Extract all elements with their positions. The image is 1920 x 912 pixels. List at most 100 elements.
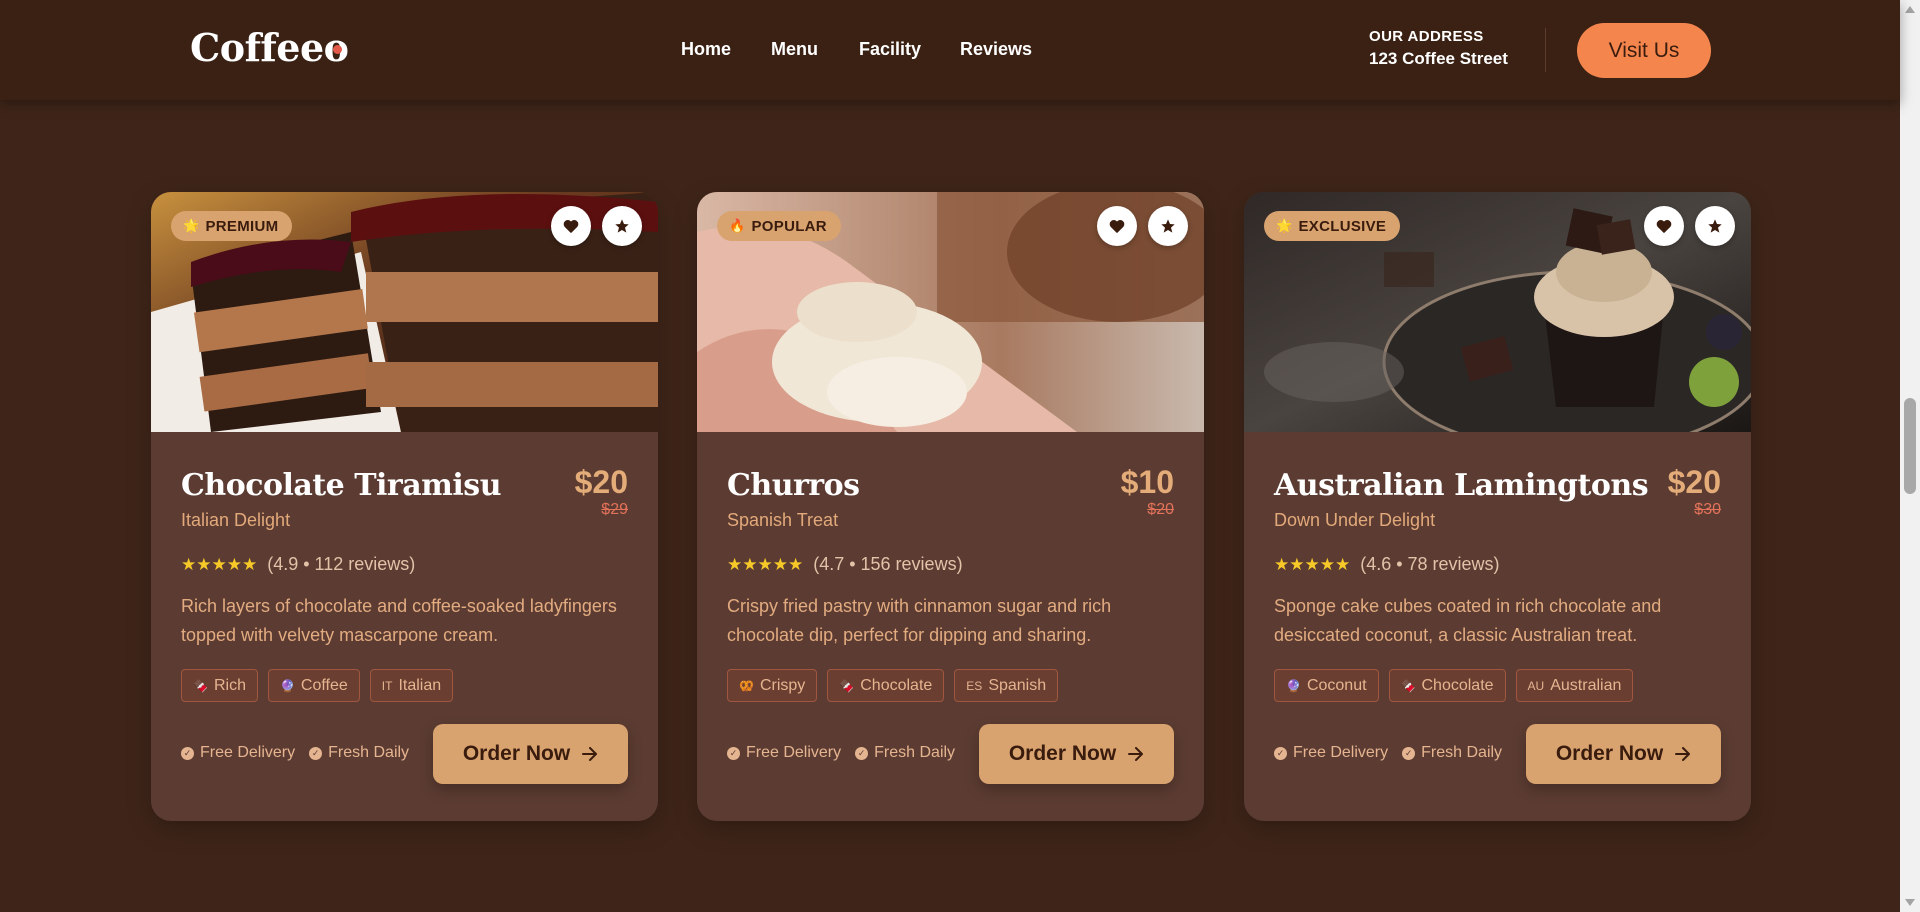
page-scrollbar[interactable] [1900,0,1920,912]
tag-chocolate: 🍫 Chocolate [1388,669,1506,702]
rate-button[interactable] [602,206,642,246]
tag-label: Chocolate [1421,676,1494,694]
tag-label: Italian [398,676,442,694]
scroll-down-arrow-icon[interactable] [1905,899,1915,906]
tag-italian: IT Italian [369,669,454,702]
check-icon: ✓ [1274,746,1287,760]
product-subtitle: Spanish Treat [727,510,839,530]
product-price: $20 [574,464,628,500]
rate-button[interactable] [1148,206,1188,246]
tag-label: Australian [1550,676,1622,694]
tag-label: Crispy [759,676,806,694]
coconut-icon: 🔮 [1286,678,1301,693]
badge-label: PREMIUM [205,217,279,235]
product-description: Rich layers of chocolate and coffee-soak… [181,596,617,645]
nav-menu[interactable]: Menu [771,39,818,60]
product-tags: 🍫 Rich 🔮 Coffee IT Italian [181,669,454,702]
site-header: Coffeeo Home Menu Facility Reviews OUR A… [0,0,1900,100]
tag-label: Chocolate [860,676,933,694]
flag-it-icon: IT [381,678,393,693]
rating-text: (4.9 • 112 reviews) [267,554,416,574]
order-label: Order Now [1555,742,1664,765]
nav-home[interactable]: Home [681,39,731,60]
tag-chocolate: 🍫 Chocolate [827,669,945,702]
fire-icon: 🔥 [729,218,746,233]
product-price: $20 [1667,464,1721,500]
product-subtitle: Italian Delight [181,510,291,530]
feature-free-delivery: ✓ Free Delivery [727,744,841,762]
feature-label: Fresh Daily [874,744,956,761]
order-label: Order Now [462,742,571,765]
flag-au-icon: AU [1527,678,1545,693]
rating-text: (4.7 • 156 reviews) [813,554,963,574]
feature-fresh-daily: ✓ Fresh Daily [309,744,409,762]
product-features: ✓ Free Delivery ✓ Fresh Daily [181,744,409,762]
product-rating: ★★★★★ (4.6 • 78 reviews) [1274,554,1500,575]
feature-free-delivery: ✓ Free Delivery [181,744,295,762]
rating-stars: ★★★★★ [181,554,258,574]
tag-spanish: ES Spanish [954,669,1059,702]
tag-label: Coffee [300,676,348,694]
product-old-price: $29 [601,501,628,518]
chocolate-icon: 🍫 [193,678,208,693]
product-price: $10 [1120,464,1174,500]
nav-reviews[interactable]: Reviews [960,39,1032,60]
tag-crispy: 🥨 Crispy [727,669,818,702]
header-divider [1545,28,1546,72]
badge-premium: 🌟 PREMIUM [171,211,293,241]
heart-icon [563,219,579,233]
scroll-thumb[interactable] [1904,398,1916,494]
product-title: Churros [727,468,860,503]
tag-label: Coconut [1306,676,1367,694]
arrow-right-icon [1128,747,1144,761]
coffee-icon: 🔮 [279,678,295,693]
feature-label: Free Delivery [1293,744,1389,761]
feature-fresh-daily: ✓ Fresh Daily [1402,744,1502,762]
check-icon: ✓ [1402,746,1416,760]
arrow-right-icon [1675,747,1691,761]
heart-icon [1109,219,1125,233]
badge-exclusive: 🌟 EXCLUSIVE [1264,211,1401,241]
star-icon [615,219,629,233]
order-now-button[interactable]: Order Now [1526,724,1721,784]
product-rating: ★★★★★ (4.7 • 156 reviews) [727,554,963,575]
heart-icon [1656,219,1672,233]
nav-facility[interactable]: Facility [859,39,921,60]
check-icon: ✓ [727,746,740,760]
badge-label: POPULAR [751,217,827,235]
product-tags: 🔮 Coconut 🍫 Chocolate AU Australian [1274,669,1634,702]
product-subtitle: Down Under Delight [1274,510,1436,530]
address-title: OUR ADDRESS [1369,28,1484,45]
product-features: ✓ Free Delivery ✓ Fresh Daily [727,744,955,762]
feature-label: Fresh Daily [1421,744,1503,761]
favorite-button[interactable] [1097,206,1137,246]
feature-free-delivery: ✓ Free Delivery [1274,744,1388,762]
feature-label: Free Delivery [746,744,842,761]
product-card: 🌟 EXCLUSIVE Australian Lamingtons Down U… [1244,192,1751,821]
visit-us-button[interactable]: Visit Us [1577,23,1711,78]
favorite-button[interactable] [1644,206,1684,246]
product-features: ✓ Free Delivery ✓ Fresh Daily [1274,744,1502,762]
badge-label: EXCLUSIVE [1298,217,1387,235]
rating-text: (4.6 • 78 reviews) [1360,554,1500,574]
logo[interactable]: Coffeeo [190,25,349,70]
product-card: 🌟 PREMIUM Chocolate Tiramisu Italian Del… [151,192,658,821]
feature-label: Fresh Daily [328,744,410,761]
favorite-button[interactable] [551,206,591,246]
pretzel-icon: 🥨 [739,678,754,693]
star-icon: 🌟 [1276,218,1293,233]
order-now-button[interactable]: Order Now [979,724,1174,784]
product-title: Australian Lamingtons [1274,468,1649,503]
order-now-button[interactable]: Order Now [433,724,628,784]
check-icon: ✓ [181,746,194,760]
rating-stars: ★★★★★ [727,554,804,574]
product-rating: ★★★★★ (4.9 • 112 reviews) [181,554,415,575]
tag-label: Spanish [988,676,1047,694]
rate-button[interactable] [1695,206,1735,246]
product-card: 🔥 POPULAR Churros Spanish Treat $10 $20 … [697,192,1204,821]
arrow-right-icon [582,747,598,761]
scroll-up-arrow-icon[interactable] [1905,6,1915,13]
star-icon [1161,219,1175,233]
product-description: Sponge cake cubes coated in rich chocola… [1274,596,1662,645]
chocolate-icon: 🍫 [839,678,855,693]
